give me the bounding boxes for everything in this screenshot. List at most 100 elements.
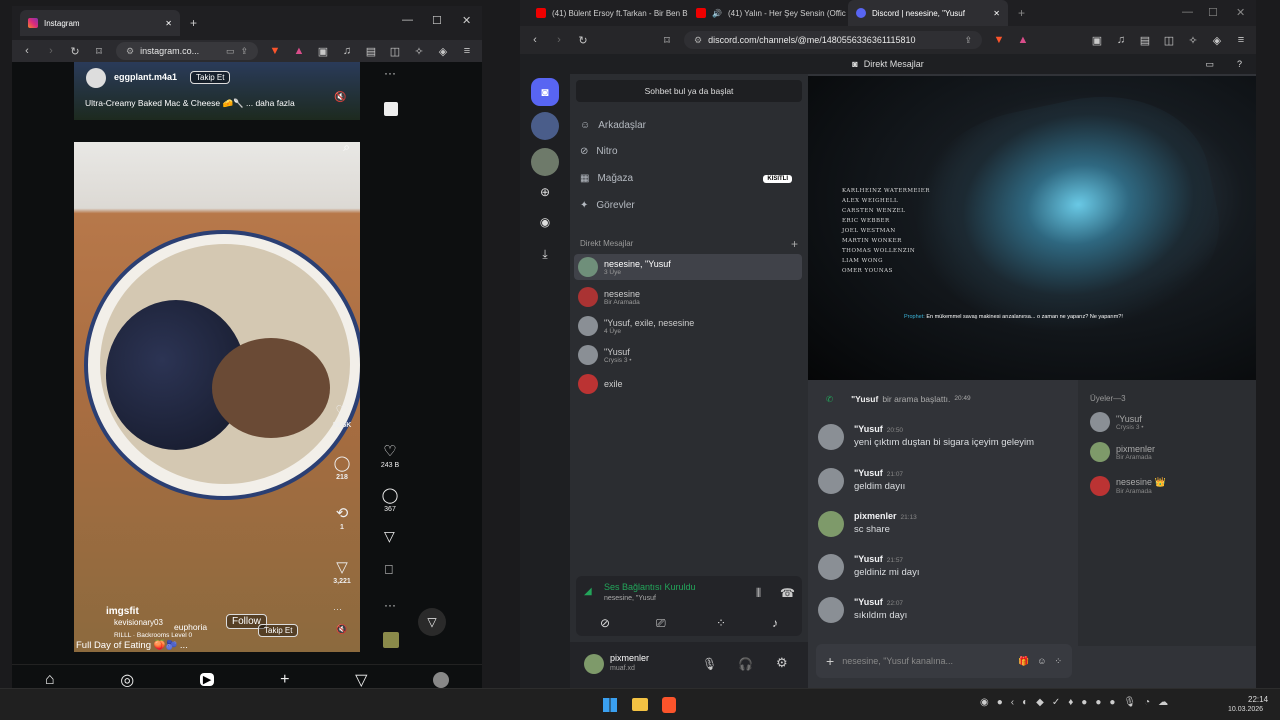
address-bar[interactable]: ⚙ instagram.co... ▭ ⇪ xyxy=(116,42,258,60)
new-tab-icon[interactable]: + xyxy=(1018,6,1025,20)
dm-item[interactable]: nesesine, "Yusuf 3 Üye xyxy=(574,254,802,280)
search-icon[interactable]: ⌕ xyxy=(343,142,350,155)
voice-channel[interactable]: nesesine, "Yusuf xyxy=(604,595,656,602)
reel-share[interactable]: ▽ 3,221 xyxy=(327,558,357,585)
reload-icon[interactable]: ↻ xyxy=(576,34,590,47)
more-options-icon[interactable]: ··· xyxy=(384,66,396,80)
site-info-icon[interactable]: ⚙ xyxy=(694,35,702,46)
close-tab-icon[interactable]: ✕ xyxy=(165,19,172,28)
reel-current[interactable]: ⌕ imgsfit Follow kevisionary03 euphoria … xyxy=(74,142,360,652)
download-icon[interactable]: ⤓ xyxy=(531,240,559,268)
mute-icon[interactable]: 🔇 xyxy=(336,624,347,635)
minimize-icon[interactable]: — xyxy=(1182,6,1193,18)
discord-home-icon[interactable]: ◙ xyxy=(531,78,559,106)
share-icon[interactable]: ⇪ xyxy=(240,46,248,57)
msg-user[interactable]: "Yusuf xyxy=(854,468,883,478)
share-icon[interactable]: ▽ xyxy=(327,558,357,576)
back-icon[interactable]: ‹ xyxy=(20,45,34,57)
heart-icon[interactable]: ♡ xyxy=(375,442,405,460)
add-server-icon[interactable]: ⊕ xyxy=(531,178,559,206)
share-icon[interactable]: ⇪ xyxy=(964,35,972,46)
voice-status[interactable]: Ses Bağlantısı Kuruldu xyxy=(604,582,696,592)
msg-user[interactable]: "Yusuf xyxy=(851,394,878,405)
stream-video[interactable]: KARLHEINZ WATERMEIER ALEX WEIGHELL CARST… xyxy=(808,76,1256,380)
heart-icon[interactable]: ♡ xyxy=(327,402,357,420)
soundboard-icon[interactable]: ♪ xyxy=(772,616,778,630)
comment-icon[interactable]: ◯ xyxy=(375,486,405,504)
reader-icon[interactable]: ▣ xyxy=(1090,34,1104,47)
reels-icon[interactable]: ▶ xyxy=(199,673,215,686)
outer-comment[interactable]: ◯ 367 xyxy=(375,486,405,513)
create-icon[interactable]: + xyxy=(280,671,289,689)
tab-youtube-1[interactable]: (41) Bülent Ersoy ft.Tarkan - Bir Ben B xyxy=(528,0,688,26)
nav-quests[interactable]: ✦ Görevler xyxy=(580,200,635,211)
camera-off-icon[interactable]: ⊘ xyxy=(600,616,610,630)
brave-browser-icon[interactable] xyxy=(662,697,676,713)
clock-time[interactable]: 22:14 xyxy=(1248,695,1268,704)
file-explorer-icon[interactable] xyxy=(632,698,648,711)
soundboard-icon[interactable]: ⫴ xyxy=(756,586,761,601)
reel-caption[interactable]: Full Day of Eating 🍑🫐 ... xyxy=(76,640,188,651)
brave-rewards-icon[interactable]: ▲ xyxy=(1016,34,1030,46)
server-icon[interactable] xyxy=(531,112,559,140)
messages-fab[interactable]: ▽ xyxy=(418,608,446,636)
reel-caption[interactable]: Ultra-Creamy Baked Mac & Cheese 🧀🥄 ... d… xyxy=(85,98,295,109)
audio-thumbnail[interactable] xyxy=(383,632,399,648)
audio-playing-icon[interactable]: 🔊 xyxy=(712,9,722,18)
bookmark-icon[interactable]: ⌑ xyxy=(92,45,106,58)
maximize-icon[interactable]: ☐ xyxy=(432,14,442,27)
mute-icon[interactable]: 🔇 xyxy=(334,92,346,103)
member-item[interactable]: "Yusuf Crysis 3 • xyxy=(1090,412,1144,432)
tab-instagram[interactable]: Instagram ✕ xyxy=(20,10,180,36)
save-icon[interactable]: ⎕ xyxy=(385,562,393,578)
wallet-icon[interactable]: ◫ xyxy=(1162,34,1176,47)
dm-item[interactable]: exile xyxy=(574,371,802,397)
nav-friends[interactable]: ☺ Arkadaşlar xyxy=(580,120,646,131)
reload-icon[interactable]: ↻ xyxy=(68,45,82,58)
msg-user[interactable]: "Yusuf xyxy=(854,554,883,564)
screenshare-icon[interactable]: ⎚ xyxy=(656,616,666,631)
reel-username[interactable]: imgsfit xyxy=(106,606,139,617)
avatar[interactable] xyxy=(818,468,844,494)
member-item[interactable]: pixmenler Bir Aramada xyxy=(1090,442,1155,462)
follow-button[interactable]: Takip Et xyxy=(190,71,231,84)
discover-icon[interactable]: ◉ xyxy=(531,208,559,236)
menu-icon[interactable]: ≡ xyxy=(460,45,474,57)
tray-icons[interactable]: ◉●‹◐◆✓♦●●●🎙◔☁ xyxy=(980,697,1176,708)
msg-user[interactable]: pixmenler xyxy=(854,511,897,521)
site-info-icon[interactable]: ⚙ xyxy=(126,46,134,57)
add-dm-icon[interactable]: + xyxy=(791,237,798,251)
profile-icon[interactable] xyxy=(433,671,450,688)
sidebar-icon[interactable]: ▤ xyxy=(364,45,378,58)
forward-icon[interactable]: › xyxy=(552,34,566,46)
forward-icon[interactable]: › xyxy=(44,45,58,57)
media-icon[interactable]: ♫ xyxy=(340,45,354,57)
user-name[interactable]: pixmenler xyxy=(610,653,649,663)
disconnect-icon[interactable]: ☎ xyxy=(780,586,795,600)
msg-user[interactable]: "Yusuf xyxy=(854,597,883,607)
nav-shop[interactable]: ▦ Mağaza KISITLI xyxy=(580,173,792,184)
reel-like[interactable]: ♡ 33.6K xyxy=(327,402,357,429)
more-options-icon[interactable]: ··· xyxy=(333,604,342,614)
brave-shield-icon[interactable]: ▼ xyxy=(268,45,282,57)
settings-icon[interactable]: ⚙ xyxy=(776,655,788,671)
repost-icon[interactable]: ⟲ xyxy=(327,504,357,522)
address-bar[interactable]: ⚙ discord.com/channels/@me/1480556336361… xyxy=(684,31,982,49)
nav-nitro[interactable]: ⊘ Nitro xyxy=(580,146,618,157)
mic-icon[interactable]: 🎙 xyxy=(702,657,717,671)
share-icon[interactable]: ▽ xyxy=(384,528,395,545)
menu-icon[interactable]: ≡ xyxy=(1234,34,1248,46)
outer-like[interactable]: ♡ 243 B xyxy=(375,442,405,469)
tab-youtube-2[interactable]: 🔊 (41) Yalın - Her Şey Sensin (Offic xyxy=(688,0,848,26)
close-window-icon[interactable]: ✕ xyxy=(462,14,471,27)
clock-date[interactable]: 10.03.2026 xyxy=(1228,706,1263,713)
explore-icon[interactable]: ◎ xyxy=(120,670,134,689)
reel-repost[interactable]: ⟲ 1 xyxy=(327,504,357,531)
maximize-icon[interactable]: ☐ xyxy=(1208,6,1218,19)
media-icon[interactable]: ♫ xyxy=(1114,34,1128,46)
brave-shield-icon[interactable]: ▼ xyxy=(992,34,1006,46)
close-tab-icon[interactable]: ✕ xyxy=(993,9,1000,18)
reel-comment[interactable]: ◯ 218 xyxy=(327,454,357,481)
wallet-icon[interactable]: ◫ xyxy=(388,45,402,58)
close-window-icon[interactable]: ✕ xyxy=(1236,6,1245,19)
